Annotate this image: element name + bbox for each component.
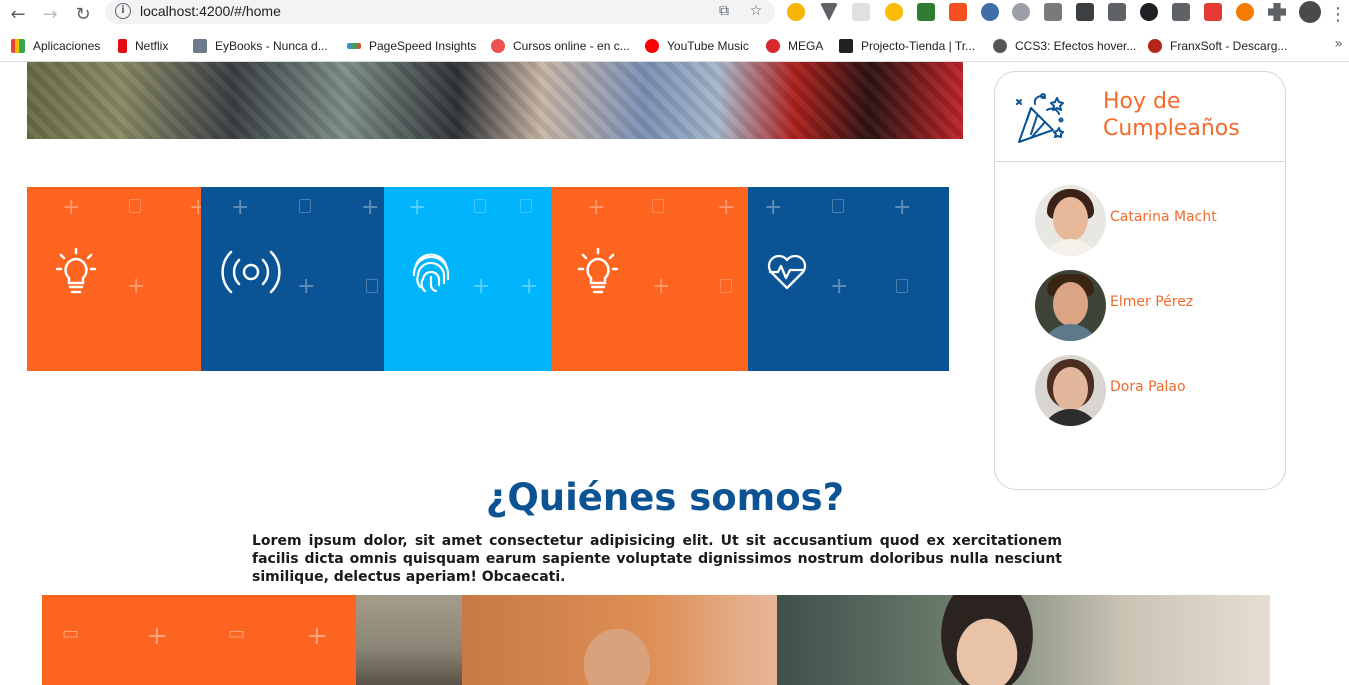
bookmark-netflix[interactable]: Netflix [118, 36, 168, 56]
bookmark-label: Netflix [135, 39, 169, 53]
bookmark-star-icon[interactable]: ☆ [747, 2, 765, 20]
extension-icon[interactable] [787, 3, 805, 21]
fingerprint-icon [412, 253, 450, 293]
apps-grid-icon [11, 39, 25, 53]
extension-icon[interactable] [1076, 3, 1094, 21]
avatar [1035, 270, 1106, 341]
birthday-person-name[interactable]: Elmer Pérez [1110, 294, 1193, 310]
globe-icon [993, 39, 1007, 53]
bookmark-eybooks[interactable]: EyBooks - Nunca d... [193, 36, 328, 56]
udemy-icon [491, 39, 505, 53]
avatar [1035, 185, 1106, 256]
pagespeed-icon [347, 43, 361, 49]
bookmark-label: Cursos online - en c... [513, 39, 630, 53]
bookmark-css3[interactable]: CCS3: Efectos hover... [993, 36, 1136, 56]
bookmark-youtube-music[interactable]: YouTube Music [645, 36, 749, 56]
bookmark-label: Projecto-Tienda | Tr... [861, 39, 976, 53]
back-icon[interactable]: ← [6, 3, 30, 27]
address-bar[interactable]: i localhost:4200/#/home ⧉ ☆ [105, 0, 775, 24]
site-info-icon[interactable]: i [115, 3, 131, 19]
hero-image [27, 62, 963, 139]
bookmark-label: FranxSoft - Descarg... [1170, 39, 1288, 53]
menu-icon[interactable]: ⋮ [1326, 3, 1349, 27]
party-popper-icon [1016, 93, 1064, 143]
lightbulb-icon [577, 247, 619, 294]
book-icon [193, 39, 207, 53]
feature-tile[interactable]: + + + [27, 187, 201, 371]
lightbulb-icon [55, 247, 97, 294]
franxsoft-icon [1148, 39, 1162, 53]
extension-icon[interactable] [1172, 3, 1190, 21]
extension-icon[interactable] [949, 3, 967, 21]
reload-icon[interactable]: ↻ [71, 3, 95, 27]
extension-icon[interactable] [885, 3, 903, 21]
extension-icon[interactable] [981, 3, 999, 21]
bookmark-label: PageSpeed Insights [369, 39, 477, 53]
birthday-card: Hoy de Cumpleaños Catarina Macht Elmer P… [994, 71, 1286, 490]
bookmark-label: CCS3: Efectos hover... [1015, 39, 1137, 53]
feature-tiles: + + + + + + + + + + + + + + + [27, 187, 949, 371]
bookmark-projecto-tienda[interactable]: Projecto-Tienda | Tr... [839, 36, 975, 56]
translate-icon[interactable]: ⧉ [715, 2, 733, 20]
feature-tile[interactable]: + + + [748, 187, 949, 371]
extension-icon[interactable] [852, 3, 870, 21]
bookmark-pagespeed[interactable]: PageSpeed Insights [347, 36, 476, 56]
avatar [1035, 355, 1106, 426]
office-photo [356, 595, 462, 685]
extension-icon[interactable] [820, 3, 838, 21]
cloud-icon[interactable] [1012, 3, 1030, 21]
call-center-photo [462, 595, 777, 685]
trello-icon [839, 39, 853, 53]
heart-pulse-icon [767, 254, 807, 290]
decorative-tile: ▭ + ▭ + [42, 595, 356, 685]
extensions-puzzle-icon[interactable] [1268, 3, 1286, 21]
mega-icon [766, 39, 780, 53]
feature-tile[interactable]: + + + [552, 187, 748, 371]
bookmark-franxsoft[interactable]: FranxSoft - Descarg... [1148, 36, 1287, 56]
page-content: + + + + + + + + + + + + + + + Hoy de Cum… [0, 62, 1349, 685]
about-gallery: ▭ + ▭ + [42, 595, 1270, 685]
bookmarks-bar: Aplicaciones Netflix EyBooks - Nunca d..… [0, 31, 1349, 62]
extension-icon[interactable] [1044, 3, 1062, 21]
bookmark-label: YouTube Music [667, 39, 749, 53]
feature-tile[interactable]: + + + [384, 187, 552, 371]
birthday-person-name[interactable]: Catarina Macht [1110, 209, 1217, 225]
forward-icon[interactable]: → [38, 3, 62, 27]
youtube-music-icon [645, 39, 659, 53]
profile-avatar[interactable] [1299, 1, 1321, 23]
more-bookmarks-button[interactable]: » [1334, 36, 1343, 52]
bookmark-label: Aplicaciones [33, 39, 101, 53]
netflix-icon [118, 39, 127, 53]
birthday-person[interactable]: Elmer Pérez [1035, 270, 1275, 342]
extension-icon[interactable] [1108, 3, 1126, 21]
address-url[interactable]: localhost:4200/#/home [140, 3, 281, 19]
about-title: ¿Quiénes somos? [485, 476, 845, 519]
extension-icon[interactable] [1204, 3, 1222, 21]
feature-tile[interactable]: + + + [201, 187, 384, 371]
browser-toolbar: ← → ↻ i localhost:4200/#/home ⧉ ☆ ⋮ [0, 0, 1349, 31]
bookmark-udemy[interactable]: Cursos online - en c... [491, 36, 630, 56]
bookmark-apps[interactable]: Aplicaciones [11, 36, 100, 56]
extension-icon[interactable] [1140, 3, 1158, 21]
bookmark-mega[interactable]: MEGA [766, 36, 823, 56]
wireless-signal-icon [221, 250, 281, 294]
bookmark-label: EyBooks - Nunca d... [215, 39, 328, 53]
team-photo [777, 595, 1270, 685]
birthday-person[interactable]: Catarina Macht [1035, 185, 1275, 257]
extension-icon[interactable] [917, 3, 935, 21]
birthday-person-name[interactable]: Dora Palao [1110, 379, 1186, 395]
birthday-person[interactable]: Dora Palao [1035, 355, 1275, 427]
extension-icon[interactable] [1236, 3, 1254, 21]
birthday-card-header: Hoy de Cumpleaños [995, 72, 1285, 162]
about-text: Lorem ipsum dolor, sit amet consectetur … [252, 533, 1062, 585]
birthday-card-title: Hoy de Cumpleaños [1103, 89, 1240, 141]
bookmark-label: MEGA [788, 39, 824, 53]
